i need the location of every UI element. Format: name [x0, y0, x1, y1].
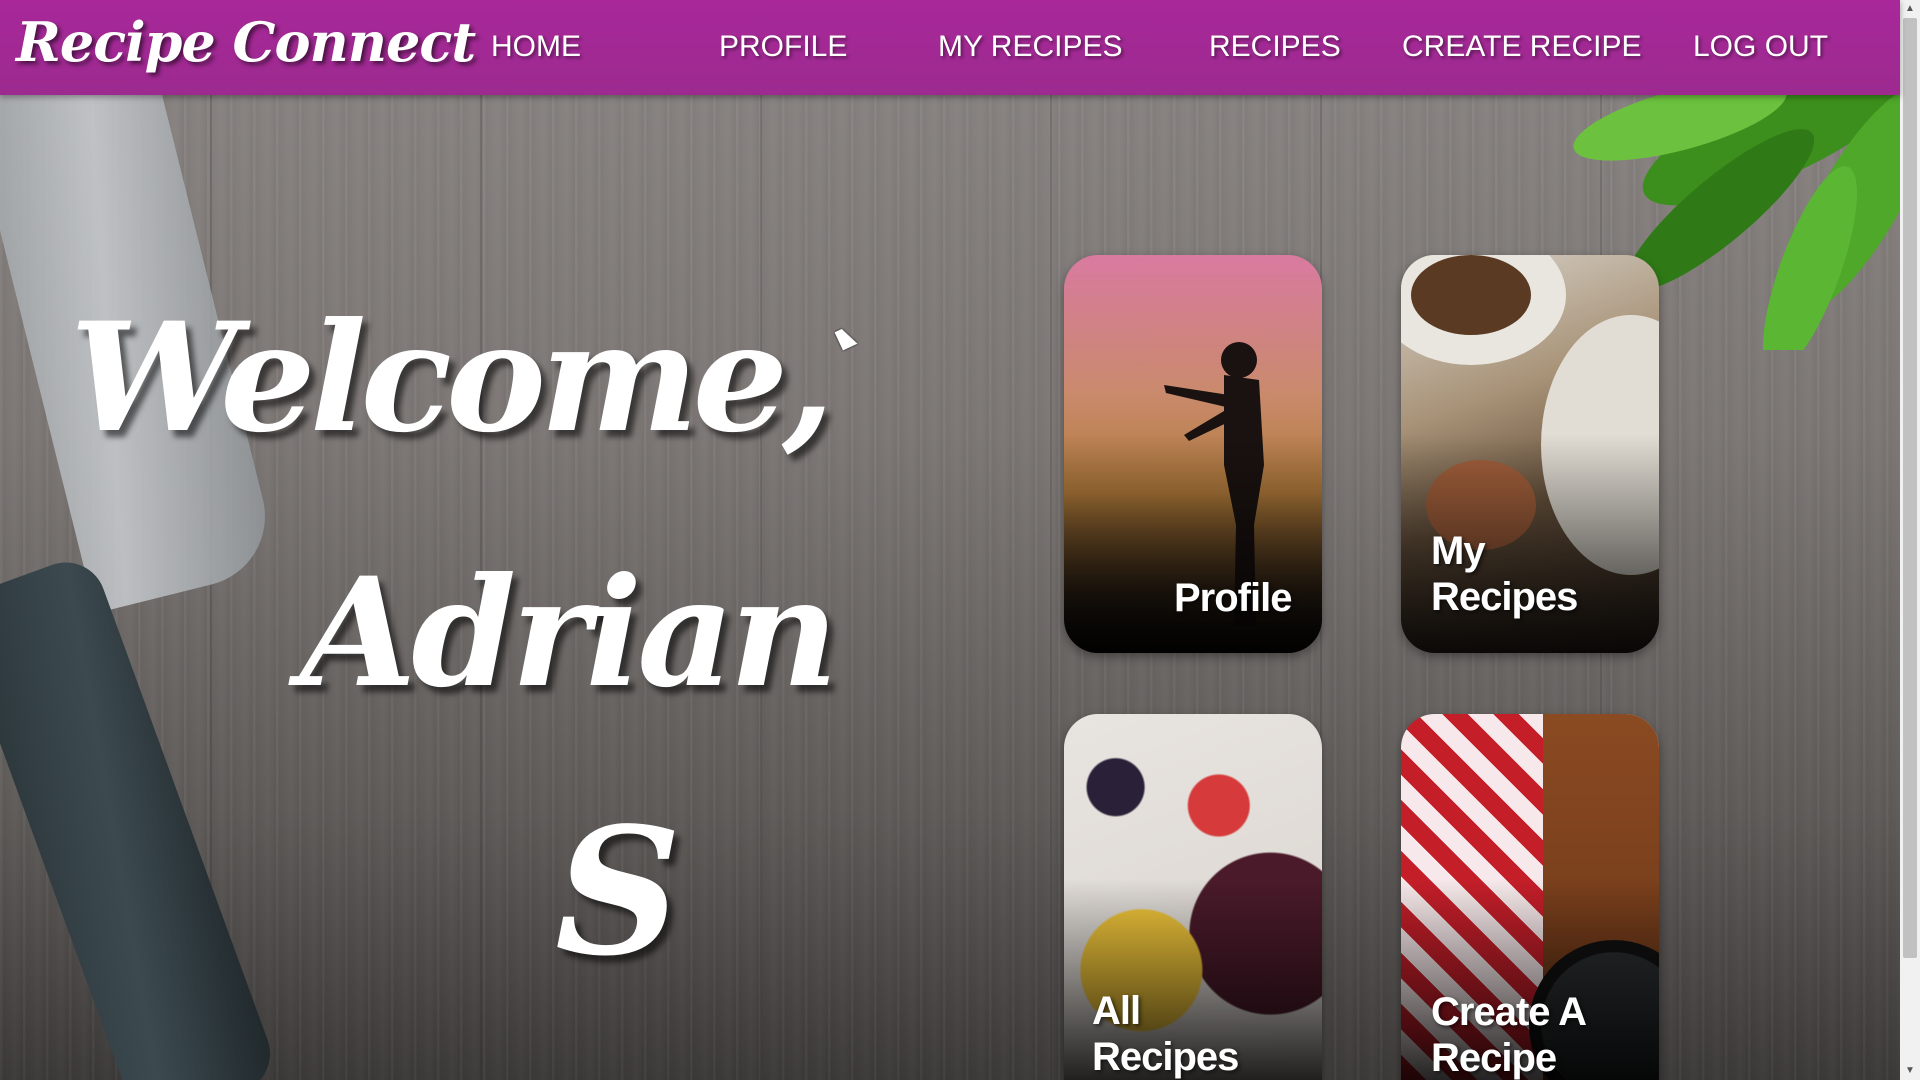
welcome-first-name: Adrian	[300, 545, 839, 721]
plank-line	[1050, 0, 1052, 1080]
create-recipe-card[interactable]: Create A Recipe	[1401, 714, 1659, 1080]
logo[interactable]: Recipe Connect	[16, 10, 476, 74]
my-recipes-card-label-2: Recipes	[1431, 575, 1578, 619]
plank-line	[760, 0, 762, 1080]
knife-handle-image	[0, 551, 282, 1080]
create-recipe-card-label-2: Recipe	[1431, 1036, 1557, 1080]
all-recipes-card-label-2: Recipes	[1092, 1035, 1239, 1079]
top-nav: Recipe Connect HOME PROFILE MY RECIPES R…	[0, 0, 1900, 95]
my-recipes-card-label-1: My	[1431, 529, 1486, 573]
my-recipes-card[interactable]: My Recipes	[1401, 255, 1659, 653]
nav-log-out[interactable]: LOG OUT	[1693, 30, 1828, 64]
scrollbar[interactable]: ▲ ▼	[1900, 0, 1920, 1080]
profile-card[interactable]: Profile	[1064, 255, 1322, 653]
scroll-thumb[interactable]	[1903, 18, 1917, 958]
create-recipe-card-label-1: Create A	[1431, 990, 1587, 1034]
scroll-down-arrow-icon[interactable]: ▼	[1900, 1062, 1920, 1080]
all-recipes-card[interactable]: All Recipes	[1064, 714, 1322, 1080]
welcome-last-initial: S	[555, 790, 682, 995]
scroll-up-arrow-icon[interactable]: ▲	[1900, 0, 1920, 18]
plank-line	[480, 0, 482, 1080]
nav-create-recipe[interactable]: CREATE RECIPE	[1402, 30, 1642, 64]
nav-recipes[interactable]: RECIPES	[1209, 30, 1341, 64]
profile-card-label: Profile	[1174, 576, 1292, 620]
welcome-line: Welcome,	[70, 290, 834, 466]
all-recipes-card-label-1: All	[1092, 989, 1141, 1033]
nav-profile[interactable]: PROFILE	[719, 30, 847, 64]
nav-home[interactable]: HOME	[491, 30, 581, 64]
nav-my-recipes[interactable]: MY RECIPES	[938, 30, 1123, 64]
